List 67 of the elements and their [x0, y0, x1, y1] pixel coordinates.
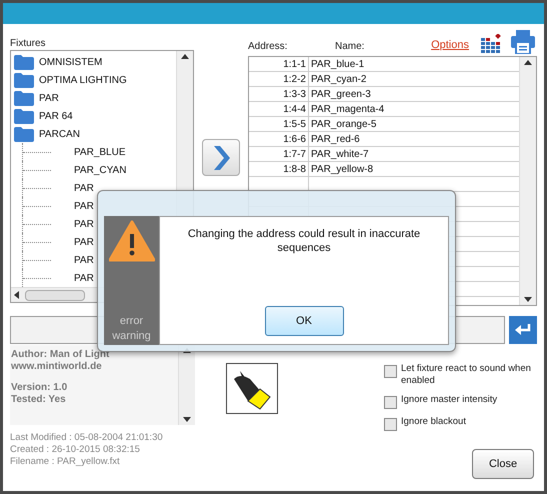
address-cell-text: 1:3-3: [283, 88, 306, 102]
warning-icon: [108, 220, 154, 262]
ok-button[interactable]: OK: [264, 306, 344, 336]
folder-icon: [14, 126, 34, 142]
tree-item[interactable]: PAR: [74, 252, 94, 268]
folder-icon: [14, 90, 34, 106]
address-cell-text: 1:1-1: [283, 58, 306, 72]
dialog-message: Changing the address could result in inaccurate sequences: [186, 227, 422, 255]
folder-icon: [14, 72, 34, 88]
column-header: Name:: [335, 40, 364, 54]
info-text: Version: 1.0: [11, 382, 68, 394]
close-button[interactable]: Close: [472, 449, 534, 479]
scroll-up-icon[interactable]: [524, 60, 532, 65]
tree-folder[interactable]: PAR 64: [14, 107, 176, 125]
checkbox-label: Let fixture react to sound when enabled: [401, 363, 532, 387]
tree-folder[interactable]: PAR: [14, 89, 176, 107]
name-cell-text: PAR_green-3: [311, 88, 371, 102]
scroll-left-icon[interactable]: [14, 291, 19, 299]
scroll-up-icon[interactable]: [181, 54, 189, 59]
name-cell-text: PAR_magenta-4: [311, 102, 384, 116]
address-cell-text: 1:7-7: [283, 148, 306, 162]
address-cell-text: 1:2-2: [283, 72, 306, 86]
tree-folder[interactable]: OMNISISTEM: [14, 53, 176, 71]
enter-button[interactable]: [509, 316, 537, 344]
address-cell-text: 1:8-8: [283, 162, 306, 176]
address-cell-text: 1:6-6: [283, 132, 306, 146]
name-cell-text: PAR_white-7: [311, 148, 369, 162]
checkbox[interactable]: [384, 365, 397, 378]
name-cell-text: PAR_red-6: [311, 132, 360, 146]
file-info-text: Filename : PAR_yellow.fxt: [10, 456, 121, 468]
file-info-text: Last Modified : 05-08-2004 21:01:30: [10, 432, 164, 444]
scrollbar[interactable]: [519, 57, 536, 305]
tree-item[interactable]: PAR: [74, 180, 94, 196]
info-text: www.mintiworld.de: [11, 361, 103, 373]
checkbox[interactable]: [384, 418, 397, 431]
address-cell-text: 1:4-4: [283, 102, 306, 116]
add-arrow-button[interactable]: [202, 139, 240, 176]
tree-item[interactable]: PAR_CYAN: [74, 162, 126, 178]
name-cell-text: PAR_cyan-2: [311, 72, 366, 86]
grid-dots-icon[interactable]: [481, 34, 503, 54]
name-cell-text: PAR_blue-1: [311, 58, 364, 72]
folder-icon: [14, 54, 34, 70]
tree-item[interactable]: PAR: [74, 234, 94, 250]
printer-icon[interactable]: [511, 30, 535, 54]
file-info-text: Created : 26-10-2015 08:32:15: [10, 444, 141, 456]
scroll-down-icon[interactable]: [524, 297, 532, 302]
tree-item[interactable]: PAR: [74, 216, 94, 232]
enter-arrow-icon: [515, 324, 531, 336]
tree-folder[interactable]: OPTIMA LIGHTING: [14, 71, 176, 89]
checkbox-label: Ignore master intensity: [401, 394, 498, 406]
tree-item[interactable]: PAR: [74, 270, 94, 286]
tree-item[interactable]: PAR_BLUE: [74, 144, 126, 160]
folder-icon: [14, 108, 34, 124]
options-link[interactable]: Options: [431, 36, 469, 53]
info-text: Tested: Yes: [11, 394, 67, 406]
name-cell-text: PAR_orange-5: [311, 118, 376, 132]
checkbox-label: Ignore blackout: [401, 416, 466, 428]
dialog-side-label: error warning: [111, 314, 152, 344]
address-cell-text: 1:5-5: [283, 118, 306, 132]
checkbox[interactable]: [384, 396, 397, 409]
tree-folder[interactable]: PARCAN: [14, 125, 176, 143]
fixtures-label: Fixtures: [10, 37, 47, 50]
scroll-down-icon[interactable]: [183, 417, 191, 422]
chevron-right-icon: [212, 146, 230, 170]
name-cell-text: PAR_yellow-8: [311, 162, 374, 176]
tree-item[interactable]: PAR: [74, 198, 94, 214]
column-header: Address:: [248, 40, 288, 54]
